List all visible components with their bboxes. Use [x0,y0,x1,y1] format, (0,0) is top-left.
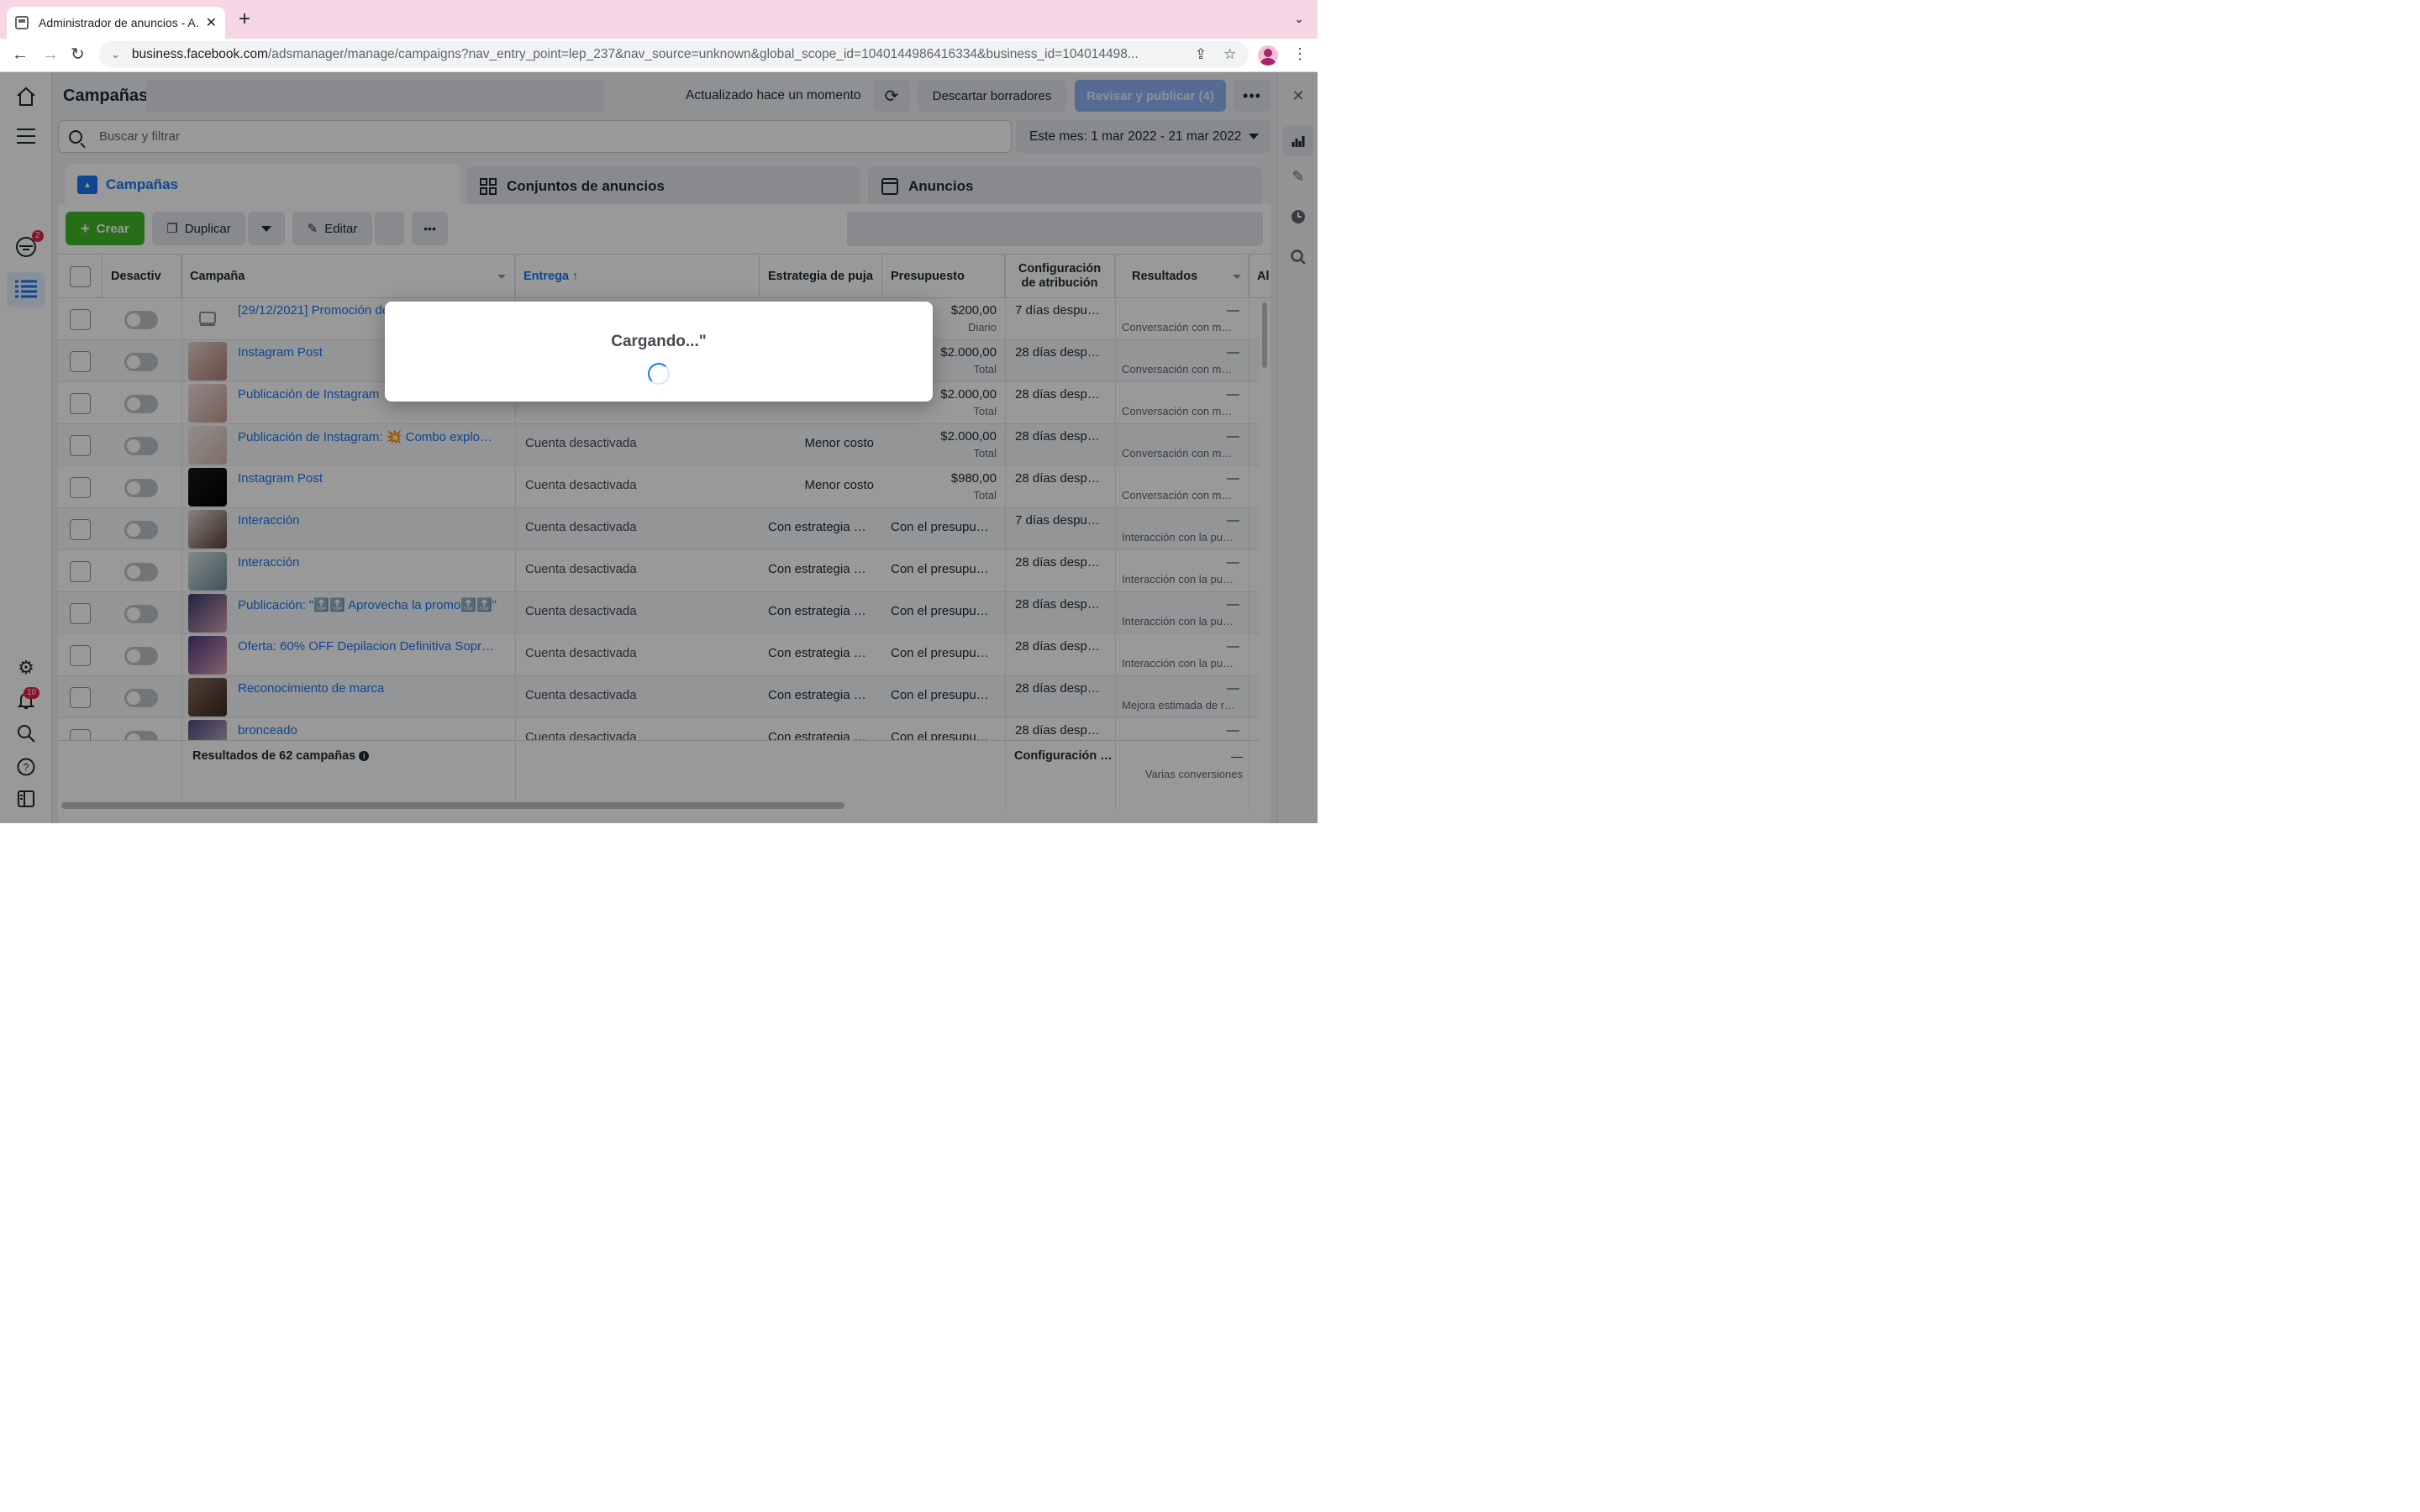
site-info-chevron-icon[interactable]: ⌄ [111,48,120,61]
browser-tab-strip: Administrador de anuncios - A… ✕ + ⌄ [0,0,1318,39]
browser-tab[interactable]: Administrador de anuncios - A… ✕ [7,7,225,39]
loading-dialog: Cargando..." [385,302,933,402]
tab-search-chevron-icon[interactable]: ⌄ [1294,12,1304,26]
url-text: business.facebook.com/adsmanager/manage/… [131,47,1139,61]
reload-icon[interactable]: ↻ [71,45,85,64]
share-icon[interactable]: ⇪ [1195,46,1207,63]
modal-backdrop [0,72,1318,823]
profile-avatar[interactable] [1258,45,1278,66]
ads-manager-favicon-icon [15,16,29,29]
browser-menu-icon[interactable]: ⋮ [1292,45,1307,63]
browser-toolbar: ← → ↻ ⌄ business.facebook.com/adsmanager… [0,39,1318,72]
forward-arrow-icon[interactable]: → [42,45,59,64]
close-tab-icon[interactable]: ✕ [206,14,217,31]
bookmark-star-icon[interactable]: ☆ [1223,46,1236,63]
browser-tab-title: Administrador de anuncios - A… [39,16,201,29]
back-arrow-icon[interactable]: ← [12,45,29,64]
loading-text: Cargando..." [611,333,707,350]
new-tab-button[interactable]: + [239,9,250,29]
loading-spinner-icon [648,363,670,385]
address-bar[interactable]: ⌄ business.facebook.com/adsmanager/manag… [99,41,1249,68]
